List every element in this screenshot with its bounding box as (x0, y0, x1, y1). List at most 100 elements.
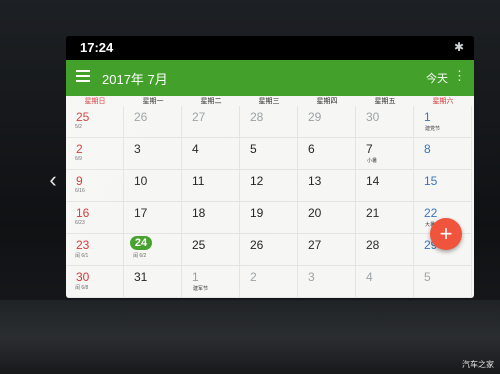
day-cell[interactable]: 27 (298, 234, 356, 266)
day-number: 29 (308, 110, 322, 124)
day-cell[interactable]: 31 (124, 266, 182, 298)
display-screen: 17:24 ✱ 2017年 7月 今天 ⋮ 星期日 星期一 星期二 星期三 星期四 星期五… (66, 36, 474, 298)
day-cell[interactable]: 26 (240, 234, 298, 266)
day-cell[interactable]: 30 (356, 106, 414, 138)
day-cell[interactable]: 24 闰 6/2 (124, 234, 182, 266)
month-calendar: 星期日 星期一 星期二 星期三 星期四 星期五 星期六 25 5/2 26 27 28 29 30 1 建党… (66, 96, 474, 298)
status-time: 17:24 (80, 40, 114, 55)
day-number: 12 (250, 174, 264, 188)
lunar-date: 6/23 (75, 220, 85, 226)
day-cell[interactable]: 18 (182, 202, 240, 234)
day-number: 13 (308, 174, 322, 188)
day-cell[interactable]: 1 建军节 (182, 266, 240, 298)
bluetooth-icon: ✱ (453, 40, 464, 54)
day-number: 5 (250, 142, 257, 156)
menu-icon[interactable] (76, 70, 90, 84)
today-button[interactable]: 今天 (426, 70, 448, 86)
holiday-label: 建军节 (193, 286, 209, 292)
lunar-date: 闰 6/1 (75, 253, 89, 259)
day-cell[interactable]: 2 (240, 266, 298, 298)
day-cell[interactable]: 28 (240, 106, 298, 138)
day-number: 2 (76, 142, 83, 156)
day-cell[interactable]: 13 (298, 170, 356, 202)
weekday-label: 星期五 (374, 98, 396, 105)
day-cell[interactable]: 3 (298, 266, 356, 298)
lunar-date: 6/16 (75, 188, 85, 194)
day-number: 1 (192, 270, 199, 284)
day-number: 28 (366, 238, 380, 252)
day-cell[interactable]: 4 (356, 266, 414, 298)
day-cell[interactable]: 25 (182, 234, 240, 266)
day-cell[interactable]: 4 (182, 138, 240, 170)
day-number: 30 (76, 270, 90, 284)
day-cell[interactable]: 2 6/9 (66, 138, 124, 170)
weekday-label: 星期二 (200, 98, 222, 105)
day-number: 1 (424, 110, 431, 124)
day-cell[interactable]: 25 5/2 (66, 106, 124, 138)
day-cell[interactable]: 17 (124, 202, 182, 234)
day-number: 26 (134, 110, 148, 124)
day-cell[interactable]: 19 (240, 202, 298, 234)
day-number: 2 (250, 270, 257, 284)
day-number: 24 (134, 237, 148, 249)
day-cell[interactable]: 28 (356, 234, 414, 266)
day-cell[interactable]: 9 6/16 (66, 170, 124, 202)
day-number: 27 (308, 238, 322, 252)
day-number: 17 (134, 206, 148, 220)
day-number: 25 (76, 110, 90, 124)
day-number: 31 (134, 270, 148, 284)
holiday-label: 小暑 (367, 158, 378, 164)
day-cell[interactable]: 30 闰 6/8 (66, 266, 124, 298)
add-icon: + (439, 221, 453, 246)
status-bar: 17:24 ✱ (66, 36, 474, 60)
day-cell[interactable]: 20 (298, 202, 356, 234)
add-event-button[interactable]: + (430, 218, 462, 250)
day-number: 20 (308, 206, 322, 220)
day-number: 6 (308, 142, 315, 156)
day-number: 15 (424, 174, 438, 188)
day-cell[interactable]: 12 (240, 170, 298, 202)
lunar-date: 闰 6/2 (133, 253, 147, 259)
day-number: 11 (192, 174, 205, 188)
day-cell[interactable]: 5 (414, 266, 472, 298)
day-cell[interactable]: 15 (414, 170, 472, 202)
day-cell[interactable]: 10 (124, 170, 182, 202)
calendar-grid: 25 5/2 26 27 28 29 30 1 建党节 2 6/9 3 4 5 6 7 小暑 8 9 6/16 10 11… (66, 106, 474, 298)
day-number: 30 (366, 110, 380, 124)
day-number: 3 (308, 270, 315, 284)
day-number: 26 (250, 238, 264, 252)
day-cell[interactable]: 3 (124, 138, 182, 170)
day-cell[interactable]: 23 闰 6/1 (66, 234, 124, 266)
lunar-date: 闰 6/8 (75, 285, 89, 291)
month-title[interactable]: 2017年 7月 (102, 69, 168, 88)
day-cell[interactable]: 29 (298, 106, 356, 138)
weekday-header: 星期日 星期一 星期二 星期三 星期四 星期五 星期六 (66, 96, 474, 106)
watermark: 汽车之家 (462, 360, 494, 369)
app-bar: 2017年 7月 今天 ⋮ (66, 60, 474, 96)
day-number: 21 (366, 206, 380, 220)
day-number: 8 (424, 142, 431, 156)
day-number: 4 (192, 142, 199, 156)
day-cell[interactable]: 6 (298, 138, 356, 170)
day-number: 14 (366, 174, 380, 188)
day-cell[interactable]: 16 6/23 (66, 202, 124, 234)
day-number: 16 (76, 206, 90, 220)
head-unit-bottom-trim (0, 300, 500, 374)
weekday-label: 星期一 (142, 98, 164, 105)
day-cell[interactable]: 1 建党节 (414, 106, 472, 138)
holiday-label: 建党节 (425, 126, 441, 132)
day-cell[interactable]: 5 (240, 138, 298, 170)
weekday-label: 星期三 (258, 98, 280, 105)
day-cell[interactable]: 8 (414, 138, 472, 170)
back-arrow-icon[interactable]: ‹ (44, 168, 62, 192)
day-number: 27 (192, 110, 206, 124)
day-cell[interactable]: 21 (356, 202, 414, 234)
day-cell[interactable]: 11 (182, 170, 240, 202)
day-cell[interactable]: 14 (356, 170, 414, 202)
more-vert-icon[interactable]: ⋮ (453, 69, 466, 82)
day-cell[interactable]: 7 小暑 (356, 138, 414, 170)
day-cell[interactable]: 26 (124, 106, 182, 138)
day-number: 4 (366, 270, 373, 284)
day-number: 5 (424, 270, 431, 284)
day-cell[interactable]: 27 (182, 106, 240, 138)
